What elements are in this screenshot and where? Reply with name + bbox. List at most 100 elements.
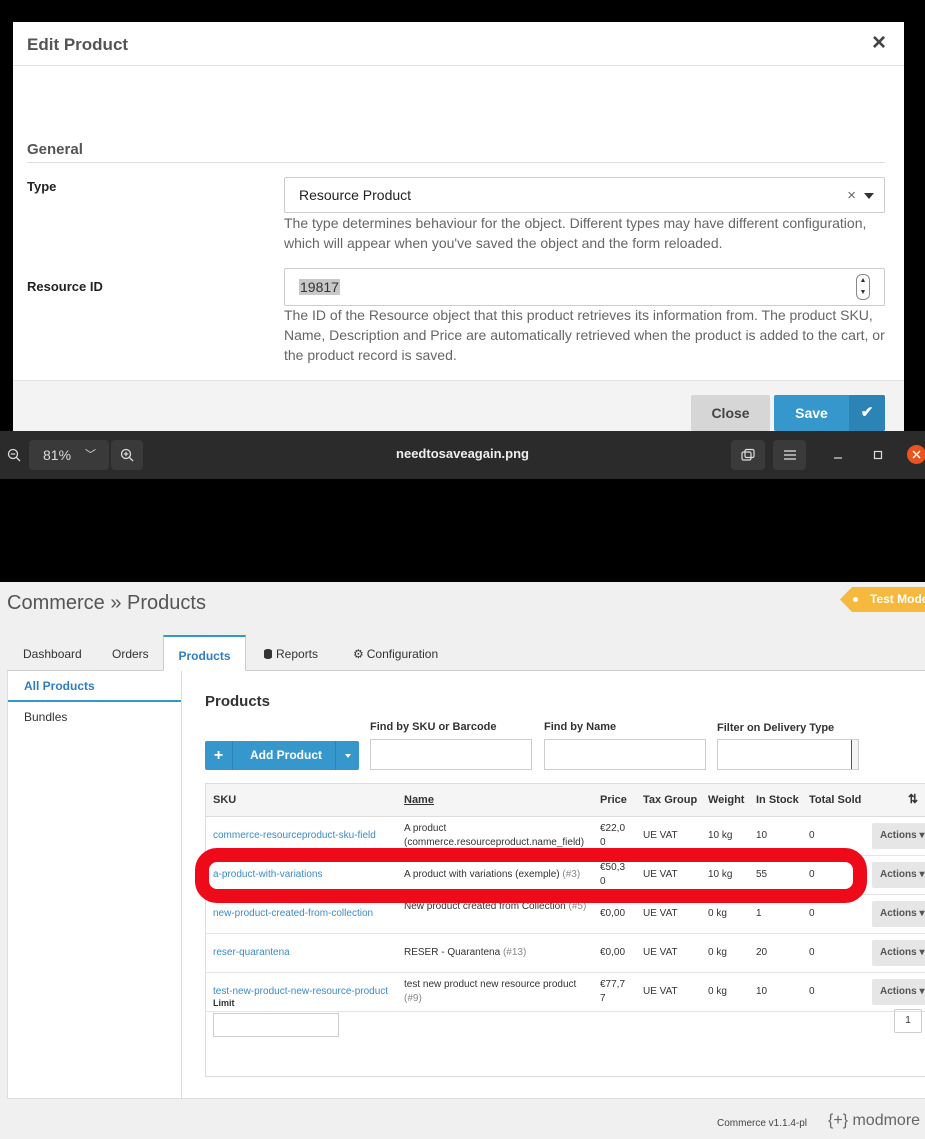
- row-price: €0,00: [600, 908, 626, 919]
- sidebar-item-all-products[interactable]: All Products: [8, 671, 181, 702]
- modmore-logo: {+} modmore: [828, 1112, 921, 1129]
- delivery-filter-select[interactable]: [717, 739, 859, 770]
- zoom-level-dropdown[interactable]: 81% ﹀: [29, 440, 109, 470]
- actions-button[interactable]: Actions ▾: [872, 862, 925, 888]
- row-sku-link[interactable]: a-product-with-variations: [213, 868, 323, 882]
- sku-filter-label: Find by SKU or Barcode: [370, 721, 497, 733]
- actions-label: Actions: [880, 986, 917, 997]
- minimize-icon[interactable]: [826, 440, 850, 470]
- gears-icon: ⚙: [353, 647, 364, 661]
- spinner-icon[interactable]: ▲ ▼: [856, 274, 870, 300]
- row-tax-group: UE VAT: [643, 830, 678, 841]
- actions-button[interactable]: Actions ▾: [872, 823, 925, 849]
- tab-reports-label: Reports: [276, 647, 319, 661]
- row-id: (#5): [568, 901, 587, 912]
- sidebar: All Products Bundles: [7, 671, 182, 1099]
- limit-input[interactable]: [213, 1013, 339, 1037]
- delivery-filter-label: Filter on Delivery Type: [717, 722, 835, 734]
- row-price: €22,00: [600, 823, 626, 848]
- database-icon: [264, 649, 272, 659]
- column-price[interactable]: Price: [600, 794, 627, 806]
- row-name: New product created from Collection (#5): [404, 900, 589, 914]
- resource-id-input[interactable]: 19817 ▲ ▼: [284, 268, 885, 306]
- section-general: General: [27, 141, 885, 163]
- zoom-in-icon[interactable]: [111, 440, 143, 470]
- column-tax-group[interactable]: Tax Group: [643, 794, 697, 806]
- column-name[interactable]: Name: [404, 794, 434, 806]
- close-icon[interactable]: ×: [872, 31, 886, 55]
- actions-button[interactable]: Actions ▾: [872, 940, 925, 966]
- row-sold: 0: [809, 830, 815, 841]
- tab-configuration[interactable]: ⚙ Configuration: [353, 635, 438, 671]
- fit-window-icon[interactable]: [731, 440, 765, 470]
- status-dot-icon: [853, 597, 858, 602]
- grid-header: SKU Name Price Tax Group Weight In Stock…: [206, 784, 925, 817]
- row-name-text: RESER - Quarantena: [404, 947, 501, 958]
- column-sku[interactable]: SKU: [213, 794, 236, 806]
- menu-icon[interactable]: [773, 440, 806, 470]
- row-sku-link[interactable]: new-product-created-from-collection: [213, 907, 373, 921]
- column-in-stock[interactable]: In Stock: [756, 794, 799, 806]
- resource-id-label: Resource ID: [27, 279, 103, 294]
- table-row: test-new-product-new-resource-product te…: [206, 973, 925, 1012]
- main-tabs: Dashboard Orders Products Reports ⚙ Confi…: [7, 635, 925, 671]
- modal-header: Edit Product ×: [13, 22, 904, 66]
- row-stock: 20: [756, 947, 768, 958]
- row-stock: 10: [756, 986, 768, 997]
- name-filter-input[interactable]: [544, 739, 706, 770]
- row-sku-link[interactable]: commerce-resourceproduct-sku-field: [213, 829, 376, 843]
- actions-button[interactable]: Actions ▾: [872, 979, 925, 1005]
- zoom-out-icon[interactable]: [0, 440, 28, 470]
- type-label: Type: [27, 179, 57, 194]
- row-tax-group: UE VAT: [643, 869, 678, 880]
- row-tax-group: UE VAT: [643, 986, 678, 997]
- modal-title: Edit Product: [27, 35, 129, 54]
- row-name: test new product new resource product (#…: [404, 978, 589, 1006]
- edit-product-modal: Edit Product × General Type Resource Pro…: [13, 22, 904, 431]
- chevron-down-icon: ﹀: [85, 449, 96, 461]
- maximize-icon[interactable]: [866, 440, 890, 470]
- checkmark-icon: ✔: [849, 395, 885, 431]
- limit-label: Limit: [213, 998, 235, 1008]
- type-select[interactable]: Resource Product ×: [284, 177, 885, 213]
- tab-reports[interactable]: Reports: [264, 635, 318, 671]
- add-product-button[interactable]: + Add Product: [205, 741, 359, 770]
- breadcrumb: Commerce » Products: [7, 592, 206, 614]
- row-id: (#3): [562, 869, 581, 880]
- column-total-sold[interactable]: Total Sold: [809, 794, 861, 806]
- row-stock: 55: [756, 869, 768, 880]
- row-weight: 10 kg: [708, 830, 733, 841]
- page-number-button[interactable]: 1: [894, 1009, 922, 1033]
- add-product-label: Add Product: [250, 748, 322, 762]
- row-price: €50,30: [600, 862, 626, 887]
- tab-dashboard[interactable]: Dashboard: [23, 635, 82, 671]
- row-weight: 0 kg: [708, 947, 727, 958]
- actions-label: Actions: [880, 830, 917, 841]
- chevron-down-icon[interactable]: [335, 741, 359, 770]
- column-weight[interactable]: Weight: [708, 794, 744, 806]
- sort-icon[interactable]: ⇅: [908, 792, 918, 806]
- actions-button[interactable]: Actions ▾: [872, 901, 925, 927]
- row-id: (#13): [502, 947, 527, 958]
- close-button[interactable]: Close: [691, 395, 770, 431]
- row-stock: 10: [756, 830, 768, 841]
- row-name-text: A product with variations (exemple): [404, 869, 560, 880]
- clear-icon[interactable]: ×: [847, 187, 856, 204]
- tab-configuration-label: Configuration: [366, 647, 439, 661]
- type-select-value: Resource Product: [299, 187, 412, 203]
- resource-id-help: The ID of the Resource object that this …: [284, 307, 885, 363]
- row-sold: 0: [809, 908, 815, 919]
- tab-products[interactable]: Products: [163, 635, 246, 671]
- row-price: €77,77: [600, 979, 626, 1004]
- row-sku-link[interactable]: reser-quarantena: [213, 946, 290, 960]
- type-help: The type determines behaviour for the ob…: [284, 215, 867, 251]
- row-name-text: test new product new resource product: [404, 979, 577, 990]
- sidebar-item-bundles[interactable]: Bundles: [8, 702, 181, 733]
- actions-label: Actions: [880, 947, 917, 958]
- sku-filter-input[interactable]: [370, 739, 532, 770]
- row-sku-link[interactable]: test-new-product-new-resource-product: [213, 985, 388, 999]
- chevron-down-icon[interactable]: [864, 193, 874, 199]
- tab-orders[interactable]: Orders: [112, 635, 149, 671]
- window-close-icon[interactable]: [907, 445, 925, 464]
- save-button[interactable]: Save ✔: [774, 395, 885, 431]
